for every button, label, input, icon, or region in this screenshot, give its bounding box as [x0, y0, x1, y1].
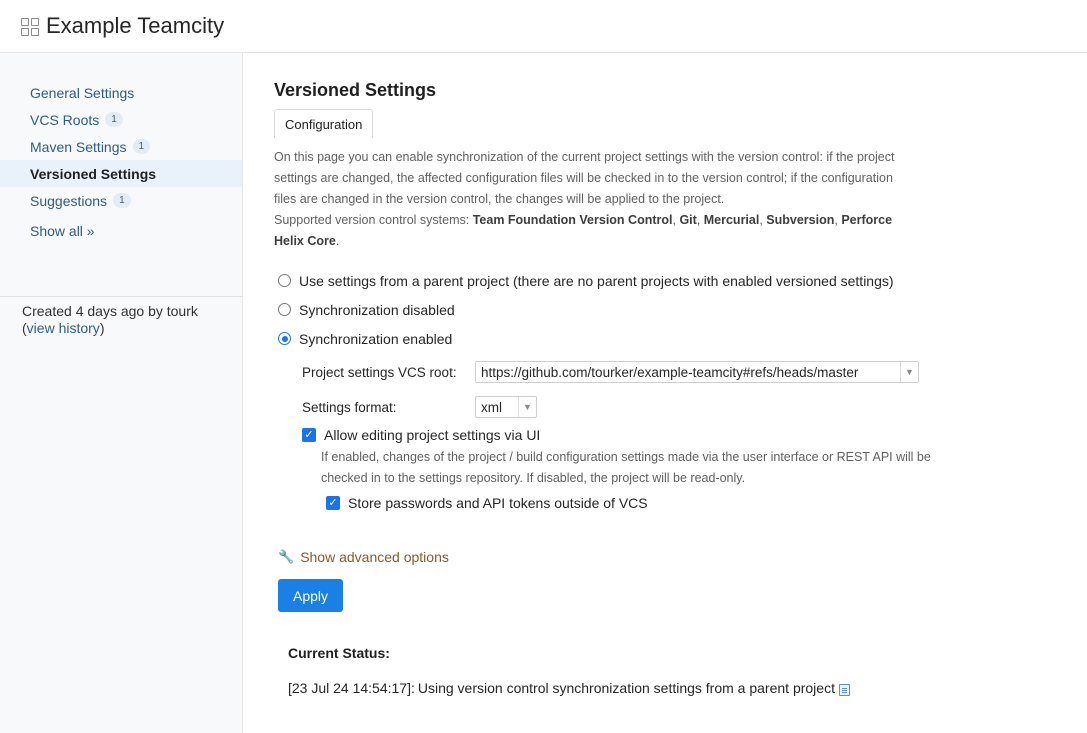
view-history-link[interactable]: view history — [27, 320, 100, 336]
current-status: Current Status: [23 Jul 24 14:54:17]: Us… — [288, 645, 1087, 696]
app-header: Example Teamcity — [0, 0, 1087, 53]
page-title: Versioned Settings — [274, 80, 437, 100]
status-message: Using version control synchronization se… — [417, 680, 835, 696]
show-all-link[interactable]: Show all » — [0, 223, 242, 243]
status-timestamp: [23 Jul 24 14:54:17]: — [288, 680, 415, 696]
sidebar-item-suggestions[interactable]: Suggestions 1 — [0, 187, 242, 214]
allow-editing-label: Allow editing project settings via UI — [324, 427, 541, 443]
sidebar-item-versioned-settings[interactable]: Versioned Settings — [0, 160, 242, 187]
count-badge: 1 — [132, 139, 151, 154]
format-label: Settings format: — [302, 399, 397, 415]
sidebar-item-general-settings[interactable]: General Settings — [0, 79, 242, 106]
radio-button[interactable] — [278, 274, 291, 287]
vcs-system: Team Foundation Version Control — [472, 213, 673, 227]
supported-vcs-prefix: Supported version control systems: — [274, 213, 473, 227]
vcs-system: Subversion — [766, 213, 835, 227]
sidebar-item-maven-settings[interactable]: Maven Settings 1 — [0, 133, 242, 160]
chevron-down-icon[interactable]: ▼ — [900, 362, 918, 382]
wrench-icon: 🔧 — [278, 549, 295, 564]
sidebar-item-label: VCS Roots — [30, 111, 100, 128]
radio-label: Synchronization disabled — [299, 301, 455, 318]
show-advanced-link[interactable]: 🔧 Show advanced options — [278, 549, 1087, 565]
app-title[interactable]: Example Teamcity — [46, 13, 224, 39]
checkbox-checked-icon[interactable]: ✓ — [326, 496, 340, 510]
tab-bar: Configuration — [274, 109, 1087, 140]
chevron-down-icon[interactable]: ▼ — [518, 397, 536, 417]
status-title: Current Status: — [288, 645, 390, 661]
sync-mode-group: Use settings from a parent project (ther… — [274, 266, 1087, 353]
sidebar-item-label: Versioned Settings — [30, 165, 157, 182]
main-content: Versioned Settings Configuration On this… — [243, 53, 1087, 733]
radio-sync-disabled[interactable]: Synchronization disabled — [278, 295, 1087, 324]
store-passwords-label: Store passwords and API tokens outside o… — [348, 495, 648, 511]
format-value: xml — [481, 399, 502, 415]
apply-button[interactable]: Apply — [278, 579, 344, 612]
sidebar-item-label: Maven Settings — [30, 138, 127, 155]
vcs-root-select[interactable]: https://github.com/tourker/example-teamc… — [475, 361, 919, 383]
created-info: Created 4 days ago by tourk (view history… — [22, 303, 198, 336]
format-row: Settings format: xml ▼ — [302, 396, 1087, 418]
sync-options: Project settings VCS root: https://githu… — [302, 361, 1087, 511]
radio-button[interactable] — [278, 332, 291, 345]
sidebar-item-label: General Settings — [30, 84, 135, 101]
sidebar-item-label: Suggestions — [30, 192, 108, 209]
checkbox-checked-icon[interactable]: ✓ — [302, 428, 316, 442]
status-line: [23 Jul 24 14:54:17]: Using version cont… — [288, 680, 1087, 696]
show-advanced-label: Show advanced options — [300, 549, 449, 565]
radio-sync-enabled[interactable]: Synchronization enabled — [278, 324, 1087, 353]
allow-editing-row[interactable]: ✓ Allow editing project settings via UI — [302, 427, 1087, 443]
vcs-system: Mercurial — [703, 213, 760, 227]
sidebar: General Settings VCS Roots 1 Maven Setti… — [0, 53, 243, 733]
sidebar-item-vcs-roots[interactable]: VCS Roots 1 — [0, 106, 242, 133]
radio-use-parent[interactable]: Use settings from a parent project (ther… — [278, 266, 1087, 295]
description: On this page you can enable synchronizat… — [274, 150, 895, 248]
grid-icon — [21, 17, 39, 36]
copy-icon[interactable] — [838, 683, 850, 696]
created-text: Created 4 days ago by tourk — [22, 303, 198, 319]
count-badge: 1 — [105, 112, 123, 127]
vcs-root-label: Project settings VCS root: — [302, 364, 457, 380]
radio-button[interactable] — [278, 303, 291, 316]
radio-label: Use settings from a parent project (ther… — [299, 272, 894, 289]
vcs-root-row: Project settings VCS root: https://githu… — [302, 361, 1087, 383]
allow-editing-hint: If enabled, changes of the project / bui… — [321, 450, 931, 485]
store-passwords-row[interactable]: ✓ Store passwords and API tokens outside… — [326, 495, 1087, 511]
format-select[interactable]: xml ▼ — [475, 396, 537, 418]
radio-label: Synchronization enabled — [299, 330, 453, 347]
description-text: On this page you can enable synchronizat… — [274, 150, 895, 206]
tab-configuration[interactable]: Configuration — [274, 109, 374, 138]
vcs-root-value: https://github.com/tourker/example-teamc… — [481, 364, 859, 380]
vcs-system: Git — [679, 213, 697, 227]
count-badge: 1 — [113, 193, 131, 208]
